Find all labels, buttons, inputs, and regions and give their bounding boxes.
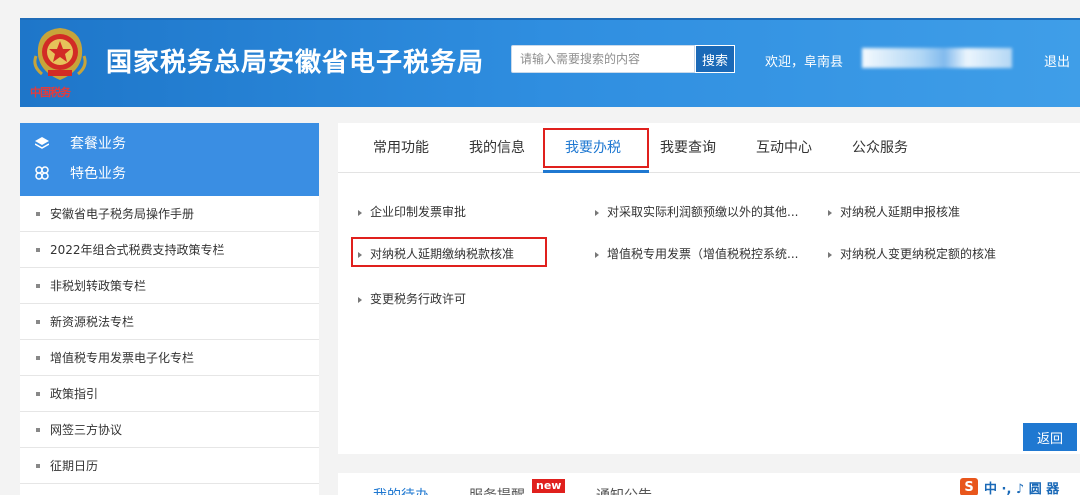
triangle-right-icon (358, 296, 362, 303)
func-invoice-approval[interactable]: 企业印制发票审批 (358, 203, 466, 220)
sidebar-item-label: 征期日历 (50, 459, 99, 473)
sidebar-head-label: 特色业务 (70, 166, 126, 182)
sidebar-item-tripartite[interactable]: 网签三方协议 (20, 412, 319, 448)
triangle-right-icon (595, 251, 599, 258)
func-change-permit[interactable]: 变更税务行政许可 (358, 290, 466, 307)
ime-status-text: 中 ·, ♪ 圆 器 (984, 481, 1060, 495)
bottom-panel: 我的待办 服务提醒 new 通知公告 S 中 ·, ♪ 圆 器 (338, 473, 1080, 495)
bullet-icon (36, 355, 40, 360)
tab-service-reminder[interactable]: 服务提醒 (469, 485, 525, 495)
active-tab-underline (543, 170, 649, 173)
sidebar-item-label: 新资源税法专栏 (50, 315, 135, 329)
func-delay-declare[interactable]: 对纳税人延期申报核准 (828, 203, 960, 220)
tab-interaction[interactable]: 互动中心 (756, 137, 812, 157)
bullet-icon (36, 247, 40, 252)
redacted-username (862, 48, 1012, 68)
tax-emblem-icon: 中国税务 (30, 26, 90, 99)
sidebar-item-e-invoice[interactable]: 增值税专用发票电子化专栏 (20, 340, 319, 376)
sidebar-item-manual[interactable]: 安徽省电子税务局操作手册 (20, 196, 319, 232)
triangle-right-icon (595, 209, 599, 216)
sidebar-head-package[interactable]: 套餐业务 (20, 128, 319, 158)
bullet-icon (36, 391, 40, 396)
page: 中国税务 国家税务总局安徽省电子税务局 搜索 欢迎，阜南县 退出 套餐业务 特色… (0, 0, 1080, 495)
func-prepay-other[interactable]: 对采取实际利润额预缴以外的其他... (595, 203, 798, 220)
welcome-text: 欢迎，阜南县 (765, 55, 844, 70)
search-button[interactable]: 搜索 (695, 45, 735, 73)
func-label: 对纳税人延期申报核准 (840, 205, 961, 219)
func-change-quota[interactable]: 对纳税人变更纳税定额的核准 (828, 245, 996, 262)
triangle-right-icon (828, 209, 832, 216)
tab-common[interactable]: 常用功能 (373, 137, 429, 157)
tab-query[interactable]: 我要查询 (660, 137, 716, 157)
new-badge: new (532, 479, 566, 493)
func-label: 对纳税人变更纳税定额的核准 (840, 247, 997, 261)
site-title: 国家税务总局安徽省电子税务局 (106, 48, 485, 78)
sidebar-item-policy-2022[interactable]: 2022年组合式税费支持政策专栏 (20, 232, 319, 268)
sidebar-item-label: 增值税专用发票电子化专栏 (50, 351, 195, 365)
sidebar-item-non-tax[interactable]: 非税划转政策专栏 (20, 268, 319, 304)
tab-public-service[interactable]: 公众服务 (852, 137, 908, 157)
emblem-subtext: 中国税务 (30, 86, 71, 99)
back-button[interactable]: 返回 (1023, 423, 1077, 451)
tab-notice[interactable]: 通知公告 (596, 485, 652, 495)
func-vat-special-invoice[interactable]: 增值税专用发票（增值税税控系统... (595, 245, 798, 262)
triangle-right-icon (828, 251, 832, 258)
sidebar-item-calendar[interactable]: 征期日历 (20, 448, 319, 484)
bullet-icon (36, 427, 40, 432)
tab-my-todo[interactable]: 我的待办 (373, 485, 429, 495)
bullet-icon (36, 211, 40, 216)
triangle-right-icon (358, 209, 362, 216)
sidebar-item-label: 2022年组合式税费支持政策专栏 (50, 243, 225, 257)
site-header: 中国税务 国家税务总局安徽省电子税务局 搜索 欢迎，阜南县 退出 (20, 18, 1080, 107)
func-label: 增值税专用发票（增值税税控系统... (607, 247, 799, 261)
sidebar-head-special[interactable]: 特色业务 (20, 158, 319, 188)
sidebar-item-policy-guide[interactable]: 政策指引 (20, 376, 319, 412)
sidebar: 套餐业务 特色业务 安徽省电子税务局操作手册 2022年组合式税费支持政策专栏 … (20, 123, 319, 495)
search-input[interactable] (511, 45, 695, 73)
sidebar-item-label: 安徽省电子税务局操作手册 (50, 207, 195, 221)
func-label: 企业印制发票审批 (370, 205, 467, 219)
tab-bar: 常用功能 我的信息 我要办税 我要查询 互动中心 公众服务 (338, 123, 1080, 173)
sidebar-item-label: 非税划转政策专栏 (50, 279, 147, 293)
function-highlight-box (351, 237, 547, 267)
func-label: 对采取实际利润额预缴以外的其他... (607, 205, 799, 219)
bullet-icon (36, 283, 40, 288)
func-label: 变更税务行政许可 (370, 292, 467, 306)
sidebar-item-label: 网签三方协议 (50, 423, 123, 437)
tab-my-info[interactable]: 我的信息 (469, 137, 525, 157)
bullet-icon (36, 319, 40, 324)
main-panel: 常用功能 我的信息 我要办税 我要查询 互动中心 公众服务 企业印制发票审批 对… (338, 123, 1080, 454)
sidebar-head: 套餐业务 特色业务 (20, 123, 319, 196)
logout-link[interactable]: 退出 (1044, 51, 1070, 70)
sidebar-item-resource-tax[interactable]: 新资源税法专栏 (20, 304, 319, 340)
ime-toolbar[interactable]: S 中 ·, ♪ 圆 器 (960, 477, 1080, 495)
layers-icon (32, 136, 52, 150)
bullet-icon (36, 463, 40, 468)
clover-icon (32, 166, 52, 180)
sidebar-head-label: 套餐业务 (70, 136, 126, 152)
active-tab-highlight (543, 128, 649, 168)
sogou-icon: S (960, 478, 978, 495)
sidebar-item-label: 政策指引 (50, 387, 99, 401)
